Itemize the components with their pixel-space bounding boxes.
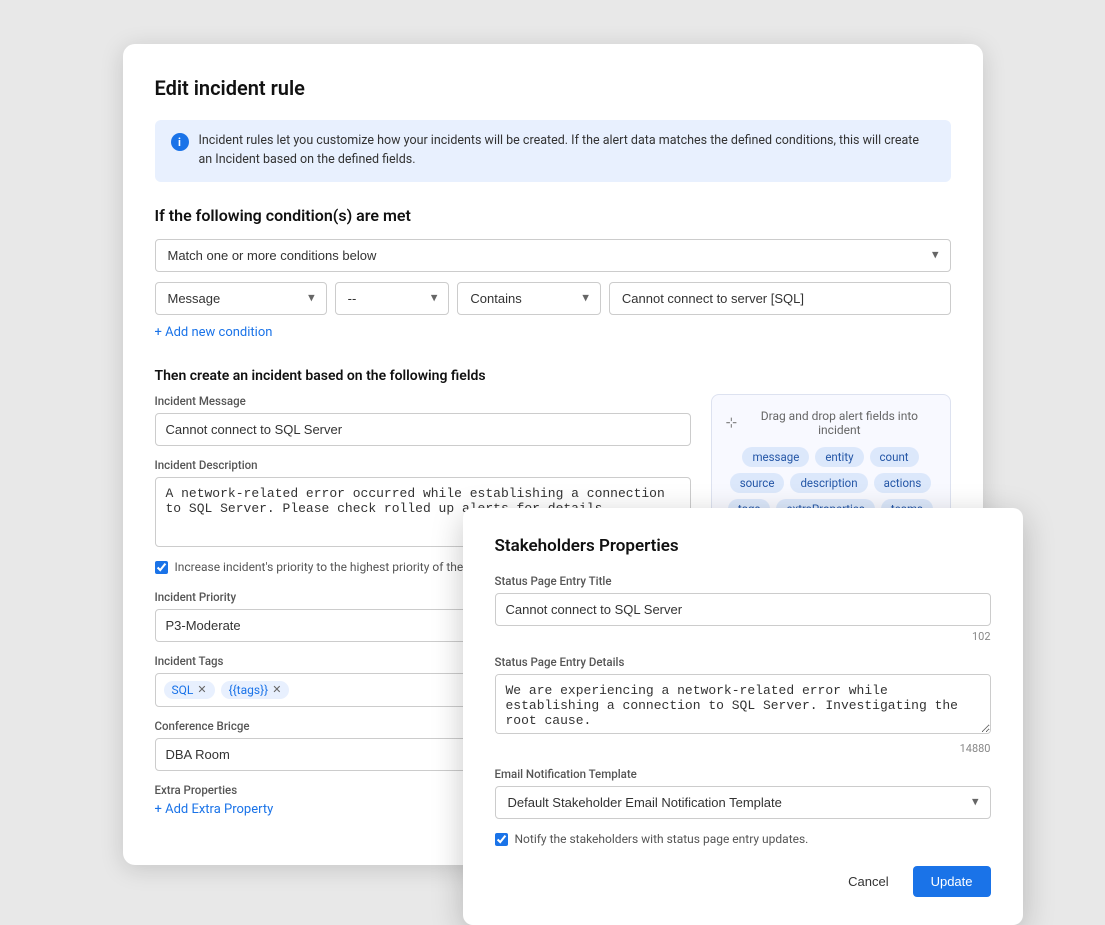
priority-checkbox[interactable] (155, 561, 168, 574)
stakeholders-modal: Stakeholders Properties Status Page Entr… (463, 508, 1023, 925)
tag-sql: SQL ✕ (164, 681, 215, 699)
condition-field-wrapper[interactable]: Message (155, 282, 327, 315)
info-banner: i Incident rules let you customize how y… (155, 120, 951, 182)
condition-operator-wrapper[interactable]: -- (335, 282, 450, 315)
field-tag-message[interactable]: message (742, 447, 809, 467)
field-tag-entity[interactable]: entity (815, 447, 863, 467)
conditions-section-title: If the following condition(s) are met (155, 206, 951, 225)
cancel-button[interactable]: Cancel (834, 867, 902, 896)
condition-comparator-select[interactable]: Contains (457, 282, 600, 315)
info-icon: i (171, 133, 189, 151)
email-template-select-wrapper[interactable]: Default Stakeholder Email Notification T… (495, 786, 991, 819)
tag-tags: {{tags}} ✕ (221, 681, 290, 699)
notify-checkbox[interactable] (495, 833, 508, 846)
modal-footer: Cancel Update (495, 866, 991, 897)
info-banner-text: Incident rules let you customize how you… (199, 132, 935, 170)
remove-tags-tag[interactable]: ✕ (272, 683, 281, 696)
status-page-entry-details-char-count: 14880 (495, 742, 991, 755)
status-page-entry-details-label: Status Page Entry Details (495, 655, 991, 669)
drag-drop-hint: ⊹ Drag and drop alert fields into incide… (726, 409, 936, 437)
add-extra-property-link[interactable]: + Add Extra Property (155, 802, 274, 817)
update-button[interactable]: Update (913, 866, 991, 897)
status-page-entry-title-input[interactable] (495, 593, 991, 626)
condition-field-select[interactable]: Message (155, 282, 327, 315)
incident-fields-title: Then create an incident based on the fol… (155, 368, 951, 384)
condition-value-input[interactable] (609, 282, 951, 315)
status-page-entry-details-textarea[interactable]: We are experiencing a network-related er… (495, 674, 991, 734)
condition-comparator-wrapper[interactable]: Contains (457, 282, 600, 315)
status-page-entry-title-char-count: 102 (495, 630, 991, 643)
field-tag-count[interactable]: count (870, 447, 919, 467)
incident-description-label: Incident Description (155, 458, 691, 472)
status-page-entry-title-label: Status Page Entry Title (495, 574, 991, 588)
condition-operator-select[interactable]: -- (335, 282, 450, 315)
incident-message-label: Incident Message (155, 394, 691, 408)
match-dropdown[interactable]: Match one or more conditions below (155, 239, 951, 272)
notify-checkbox-label: Notify the stakeholders with status page… (515, 831, 809, 848)
match-dropdown-wrapper[interactable]: Match one or more conditions below (155, 239, 951, 272)
stakeholders-modal-title: Stakeholders Properties (495, 536, 991, 556)
conditions-section: If the following condition(s) are met Ma… (155, 206, 951, 340)
email-notification-template-label: Email Notification Template (495, 767, 991, 781)
incident-message-input[interactable] (155, 413, 691, 446)
field-tag-source[interactable]: source (730, 473, 785, 493)
field-tag-description[interactable]: description (790, 473, 867, 493)
drag-icon: ⊹ (726, 415, 738, 431)
add-condition-link[interactable]: + Add new condition (155, 325, 273, 340)
drag-drop-hint-text: Drag and drop alert fields into incident (743, 409, 935, 437)
field-tag-actions[interactable]: actions (874, 473, 932, 493)
notify-checkbox-row: Notify the stakeholders with status page… (495, 831, 991, 848)
page-title: Edit incident rule (155, 76, 951, 100)
email-template-select[interactable]: Default Stakeholder Email Notification T… (495, 786, 991, 819)
remove-sql-tag[interactable]: ✕ (197, 683, 206, 696)
condition-row: Message -- Contains (155, 282, 951, 315)
